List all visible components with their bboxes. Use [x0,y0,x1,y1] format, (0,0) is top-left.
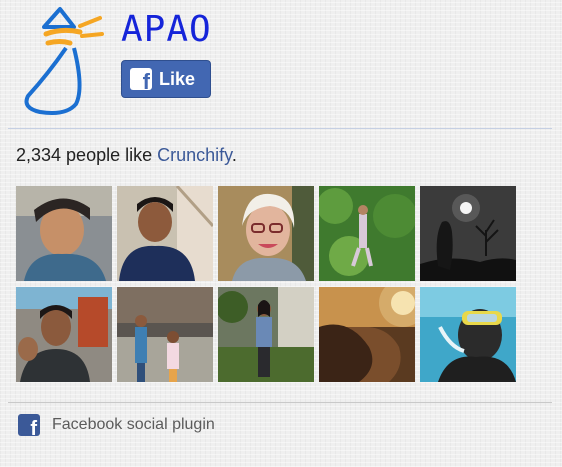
friend-avatar-5[interactable] [420,186,516,281]
like-count: 2,334 [16,145,62,165]
friends-grid [16,186,516,382]
apao-logo [18,4,110,120]
facebook-f-icon: f [130,68,152,93]
like-count-period: . [231,145,237,165]
friend-avatar-8[interactable] [218,287,314,382]
facebook-icon[interactable]: f [18,414,40,436]
social-plugin-link[interactable]: Facebook social plugin [52,416,215,434]
like-count-text: people like [61,145,158,165]
friend-avatar-4[interactable] [319,186,415,281]
page-link[interactable]: Crunchify [157,145,232,165]
friend-avatar-2[interactable] [117,186,213,281]
like-button-label: Like [159,69,196,89]
friend-avatar-1[interactable] [16,186,112,281]
friend-avatar-6[interactable] [16,287,112,382]
like-button[interactable]: f Like [121,60,211,98]
friend-avatar-7[interactable] [117,287,213,382]
social-plugin-footer: f Facebook social plugin [18,414,215,436]
apao-logo-icon [24,7,104,115]
friend-avatar-3[interactable] [218,186,314,281]
like-count-summary: 2,334 people like Crunchify. [16,144,237,166]
brand-name: APAO [121,9,212,50]
friend-avatar-9[interactable] [319,287,415,382]
friend-avatar-10[interactable] [420,287,516,382]
bottom-divider [8,402,552,403]
top-divider [8,128,552,129]
